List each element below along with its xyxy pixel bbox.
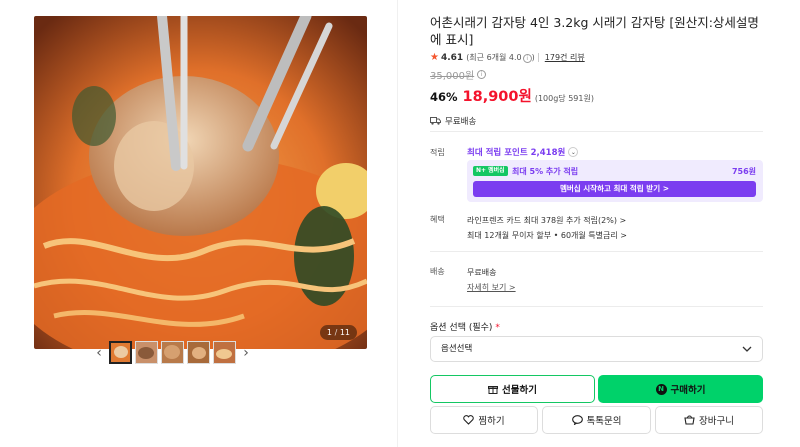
npay-membership-badge: N+ 멤버십 bbox=[473, 166, 508, 176]
sale-price: 18,900원 bbox=[462, 89, 532, 105]
product-info-panel: 어촌시래기 감자탕 4인 3.2kg 시래기 감자탕 [원산지:상세설명에 표시… bbox=[430, 14, 763, 434]
delivery-detail-link[interactable]: 자세히 보기 > bbox=[467, 280, 516, 295]
image-counter: 1 / 11 bbox=[319, 325, 357, 340]
product-title: 어촌시래기 감자탕 4인 3.2kg 시래기 감자탕 [원산지:상세설명에 표시… bbox=[430, 15, 759, 47]
wishlist-button-label: 찜하기 bbox=[478, 416, 505, 427]
membership-box: N+ 멤버십 최대 5% 추가 적립 756원 멤버십 시작하고 최대 적립 받… bbox=[467, 160, 763, 202]
sale-price-row: 46% 18,900원 (100g당 591원) bbox=[430, 85, 763, 106]
delivery-label: 배송 bbox=[430, 267, 445, 276]
gift-button-label: 선물하기 bbox=[502, 385, 537, 396]
chevron-down-icon: ⌄ bbox=[568, 147, 579, 157]
points-label: 적립 bbox=[430, 148, 445, 157]
star-icon: ★ bbox=[430, 52, 439, 63]
membership-start-button[interactable]: 멤버십 시작하고 최대 적립 받기 > bbox=[473, 181, 756, 197]
rating-value: 4.61 bbox=[440, 52, 464, 63]
buy-button[interactable]: N 구매하기 bbox=[598, 375, 763, 403]
main-product-image[interactable]: 1 / 11 bbox=[34, 16, 367, 349]
talk-inquiry-button[interactable]: 톡톡문의 bbox=[542, 406, 651, 434]
rating-row: ★ 4.61 (최근 6개월 4.0 i) 179건 리뷰 bbox=[430, 52, 763, 63]
rating-note-close: ) bbox=[531, 53, 535, 62]
max-points-row[interactable]: 최대 적립 포인트 2,418원 ⌄ bbox=[467, 146, 579, 158]
thumbnail-2[interactable] bbox=[135, 341, 158, 364]
benefits-label: 혜택 bbox=[430, 215, 445, 224]
option-label-text: 옵션 선택 (필수) bbox=[430, 323, 493, 333]
review-count-link[interactable]: 179건 리뷰 bbox=[545, 52, 585, 63]
divider bbox=[430, 251, 763, 252]
benefits-list: 라인프렌즈 카드 최대 378원 추가 적립(2%) > 최대 12개월 무이자… bbox=[467, 213, 627, 243]
npay-icon: N bbox=[655, 383, 667, 395]
membership-points: 756원 bbox=[731, 167, 756, 176]
wishlist-button[interactable]: 찜하기 bbox=[430, 406, 538, 434]
delivery-info: 무료배송 자세히 보기 > bbox=[467, 265, 516, 295]
original-price: 35,000원 bbox=[430, 71, 475, 82]
option-select-placeholder: 옵션선택 bbox=[441, 344, 473, 354]
unit-price: (100g당 591원) bbox=[534, 94, 594, 103]
info-icon[interactable]: i bbox=[522, 54, 532, 63]
cart-button-label: 장바구니 bbox=[699, 416, 734, 427]
option-select[interactable]: 옵션선택 bbox=[430, 336, 763, 362]
gift-icon bbox=[488, 386, 499, 394]
buy-button-label: 구매하기 bbox=[670, 385, 706, 396]
max-points-text: 최대 적립 포인트 2,418원 bbox=[467, 148, 566, 158]
thumbnail-4[interactable] bbox=[187, 341, 210, 364]
chevron-right-icon[interactable]: › bbox=[239, 345, 253, 361]
panel-divider bbox=[397, 0, 398, 447]
chevron-down-icon bbox=[742, 346, 752, 352]
gift-button[interactable]: 선물하기 bbox=[430, 375, 595, 403]
truck-icon bbox=[430, 117, 441, 125]
shipping-text: 무료배송 bbox=[445, 117, 477, 127]
image-counter-separator: / bbox=[334, 328, 338, 337]
food-photo bbox=[34, 16, 367, 349]
chevron-left-icon[interactable]: ‹ bbox=[92, 345, 106, 361]
chat-icon bbox=[571, 415, 583, 425]
option-label: 옵션 선택 (필수) * bbox=[430, 320, 500, 333]
delivery-text: 무료배송 bbox=[467, 268, 497, 277]
required-mark: * bbox=[495, 323, 500, 333]
cart-icon bbox=[684, 415, 695, 425]
rating-note-text: (최근 6개월 4.0 bbox=[466, 53, 522, 62]
original-price-row: 35,000원 i bbox=[430, 67, 763, 82]
image-counter-current: 1 bbox=[326, 328, 333, 337]
heart-icon bbox=[463, 415, 475, 425]
cart-button[interactable]: 장바구니 bbox=[655, 406, 763, 434]
benefit-card-line[interactable]: 라인프렌즈 카드 최대 378원 추가 적립(2%) > bbox=[467, 213, 627, 228]
membership-text: 최대 5% 추가 적립 bbox=[512, 167, 579, 176]
thumbnail-5[interactable] bbox=[213, 341, 236, 364]
thumbnail-strip: ‹ › bbox=[92, 341, 253, 364]
thumbnail-3[interactable] bbox=[161, 341, 184, 364]
product-gallery: 1 / 11 bbox=[34, 16, 367, 349]
divider bbox=[430, 306, 763, 307]
shipping-row: 무료배송 bbox=[430, 115, 763, 127]
price-info-icon[interactable]: i bbox=[477, 70, 487, 79]
thumbnail-1[interactable] bbox=[109, 341, 132, 364]
divider bbox=[430, 131, 763, 132]
discount-rate: 46% bbox=[430, 90, 458, 104]
talk-inquiry-button-label: 톡톡문의 bbox=[586, 416, 622, 427]
image-counter-total: 11 bbox=[339, 328, 350, 337]
benefit-installment-line[interactable]: 최대 12개월 무이자 할부 • 60개월 특별금리 > bbox=[467, 228, 627, 243]
separator bbox=[537, 53, 539, 62]
rating-note: (최근 6개월 4.0 i) bbox=[466, 52, 535, 63]
